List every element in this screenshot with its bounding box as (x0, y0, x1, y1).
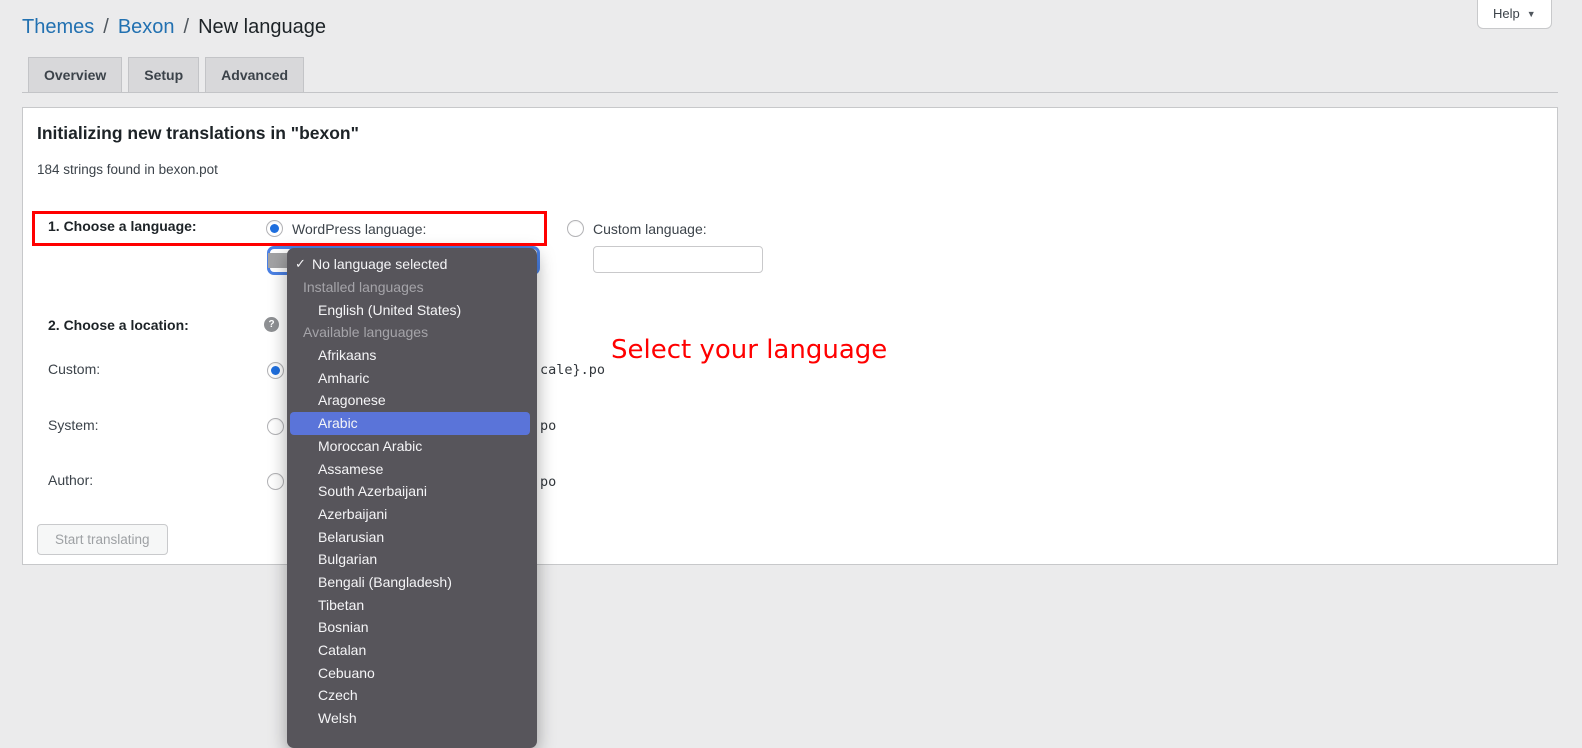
dropdown-option-label: Bulgarian (318, 551, 377, 567)
custom-language-radio[interactable] (567, 220, 584, 237)
dropdown-group-label: Installed languages (287, 276, 537, 299)
dropdown-option-label: No language selected (312, 256, 447, 272)
dropdown-option-label: Assamese (318, 461, 383, 477)
dropdown-option[interactable]: Bosnian (287, 616, 537, 639)
dropdown-option-label: Bengali (Bangladesh) (318, 574, 452, 590)
breadcrumb-separator: / (103, 16, 109, 39)
location-custom-radio[interactable] (267, 362, 284, 379)
tab-advanced[interactable]: Advanced (205, 57, 304, 93)
dropdown-option-label: Czech (318, 687, 358, 703)
dropdown-option[interactable]: Arabic (290, 412, 530, 435)
tab-overview[interactable]: Overview (28, 57, 122, 93)
breadcrumb-link-themes[interactable]: Themes (22, 16, 94, 39)
dropdown-option-label: Belarusian (318, 529, 384, 545)
dropdown-option-label: Welsh (318, 710, 357, 726)
dropdown-option-label: Azerbaijani (318, 506, 387, 522)
dropdown-option-label: South Azerbaijani (318, 483, 427, 499)
dropdown-option-label: Catalan (318, 642, 366, 658)
tab-bar: Overview Setup Advanced (28, 57, 304, 93)
dropdown-option[interactable]: ✓No language selected (287, 253, 537, 276)
location-system-label: System: (48, 417, 99, 433)
help-button-label: Help (1493, 6, 1520, 21)
dropdown-option-label: Arabic (318, 415, 358, 431)
dropdown-option[interactable]: Cebuano (287, 661, 537, 684)
language-dropdown[interactable]: ✓No language selected Installed languages… (287, 248, 537, 748)
help-question-icon[interactable]: ? (264, 317, 279, 332)
dropdown-option-label: English (United States) (318, 302, 461, 318)
dropdown-option-label: Amharic (318, 370, 369, 386)
dropdown-option-label: Cebuano (318, 665, 375, 681)
dropdown-option[interactable]: South Azerbaijani (287, 480, 537, 503)
dropdown-option[interactable]: Belarusian (287, 525, 537, 548)
custom-language-input[interactable] (593, 246, 763, 273)
dropdown-option-label: Afrikaans (318, 347, 376, 363)
breadcrumb: Themes / Bexon / New language (22, 16, 326, 39)
dropdown-option-label: Bosnian (318, 619, 369, 635)
breadcrumb-separator: / (184, 16, 190, 39)
dropdown-option[interactable]: Tibetan (287, 593, 537, 616)
strings-found-text: 184 strings found in bexon.pot (37, 162, 218, 177)
dropdown-option[interactable]: Welsh (287, 707, 537, 730)
dropdown-option[interactable]: Czech (287, 684, 537, 707)
dropdown-option[interactable]: Assamese (287, 457, 537, 480)
location-custom-label: Custom: (48, 361, 100, 377)
dropdown-option[interactable]: Catalan (287, 639, 537, 662)
dropdown-option[interactable]: Bengali (Bangladesh) (287, 571, 537, 594)
location-system-radio[interactable] (267, 418, 284, 435)
dropdown-option[interactable]: Afrikaans (287, 344, 537, 367)
dropdown-option-label: Installed languages (303, 279, 424, 295)
dropdown-option-label: Aragonese (318, 392, 386, 408)
dropdown-option[interactable]: Moroccan Arabic (287, 435, 537, 458)
start-translating-button[interactable]: Start translating (37, 524, 168, 555)
select-language-annotation: Select your language (611, 335, 887, 365)
help-button[interactable]: Help ▼ (1477, 0, 1552, 29)
dropdown-option-label: Available languages (303, 324, 428, 340)
tab-setup[interactable]: Setup (128, 57, 199, 93)
dropdown-group-label: Available languages (287, 321, 537, 344)
dropdown-option[interactable]: English (United States) (287, 298, 537, 321)
wordpress-language-radio[interactable] (266, 220, 283, 237)
location-author-path: po (540, 474, 556, 490)
language-select-edge (268, 253, 288, 268)
dropdown-option-label: Moroccan Arabic (318, 438, 422, 454)
checkmark-icon: ✓ (293, 256, 308, 272)
location-author-radio[interactable] (267, 473, 284, 490)
dropdown-option[interactable]: Amharic (287, 366, 537, 389)
page-title: New language (198, 16, 326, 39)
location-system-path: po (540, 418, 556, 434)
dropdown-option-label: Tibetan (318, 597, 364, 613)
choose-location-label: 2. Choose a location: (48, 317, 189, 333)
dropdown-option[interactable]: Bulgarian (287, 548, 537, 571)
panel-title: Initializing new translations in "bexon" (37, 123, 359, 144)
choose-language-label: 1. Choose a language: (48, 218, 197, 234)
dropdown-option[interactable]: Azerbaijani (287, 503, 537, 526)
custom-language-label: Custom language: (593, 221, 707, 237)
wordpress-language-label: WordPress language: (292, 221, 426, 237)
breadcrumb-link-bexon[interactable]: Bexon (118, 16, 175, 39)
location-custom-path: cale}.po (540, 362, 605, 378)
chevron-down-icon: ▼ (1527, 9, 1536, 19)
location-author-label: Author: (48, 472, 93, 488)
dropdown-option[interactable]: Aragonese (287, 389, 537, 412)
